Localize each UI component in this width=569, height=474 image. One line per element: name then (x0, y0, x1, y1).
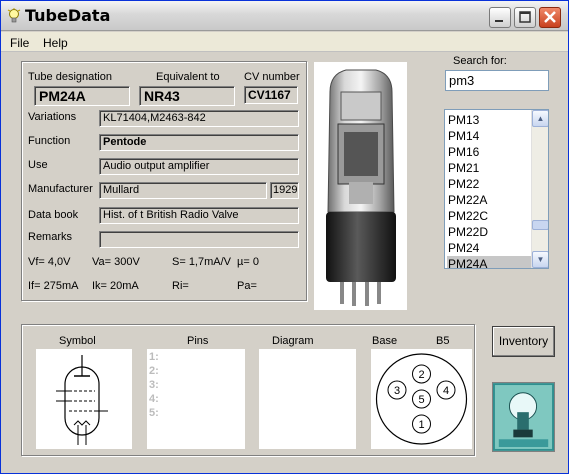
tube-list-item[interactable]: PM21 (447, 160, 531, 176)
search-label: Search for: (453, 55, 507, 67)
diagram-panel (259, 349, 356, 449)
variations-field[interactable]: KL71404,M2463-842 (99, 110, 299, 127)
pins-panel: 1: 2: 3: 4: 5: (147, 349, 245, 449)
close-icon (544, 11, 556, 23)
mu-value: µ= 0 (237, 256, 259, 268)
pin-number: 5: (149, 407, 159, 419)
tube-list[interactable]: PM13 PM14 PM16 PM21 PM22 PM22A PM22C PM22D PM24 P… (444, 109, 549, 269)
tube-list-item[interactable]: PM22D (447, 224, 531, 240)
scroll-down-arrow-icon[interactable]: ▼ (532, 251, 548, 268)
equivalent-label: Equivalent to (156, 71, 220, 83)
base-pin-label: 2 (418, 369, 424, 381)
inventory-button[interactable]: Inventory (492, 326, 555, 357)
close-button[interactable] (539, 7, 561, 28)
pentode-symbol (56, 355, 108, 445)
minimize-icon (495, 20, 503, 22)
remarks-field[interactable] (99, 231, 299, 248)
tube-photo (314, 62, 407, 310)
base-pin-label: 3 (394, 385, 400, 397)
remarks-label: Remarks (28, 231, 73, 243)
maximize-icon (519, 11, 531, 23)
databook-label: Data book (28, 209, 79, 221)
pin-number: 2: (149, 365, 159, 377)
symbol-label: Symbol (59, 335, 96, 347)
search-input[interactable]: pm3 (445, 70, 549, 91)
scroll-thumb[interactable] (532, 220, 548, 230)
pin-number: 4: (149, 393, 159, 405)
menu-file[interactable]: File (10, 36, 29, 50)
tube-list-item[interactable]: PM24A (447, 256, 531, 268)
minimize-button[interactable] (489, 7, 511, 28)
ik-value: Ik= 20mA (92, 280, 139, 292)
main-window: TubeData File Help Tube designation Equi… (0, 0, 569, 474)
title-bar[interactable]: TubeData (1, 1, 568, 31)
pins-label: Pins (187, 335, 209, 347)
tube-list-item[interactable]: PM13 (447, 112, 531, 128)
designation-label: Tube designation (28, 71, 112, 83)
base-pin-label: 4 (443, 385, 449, 397)
maximize-button[interactable] (514, 7, 536, 28)
va-value: Va= 300V (92, 256, 140, 268)
scroll-up-arrow-icon[interactable]: ▲ (532, 110, 548, 127)
tube-list-item[interactable]: PM14 (447, 128, 531, 144)
tube-logo-image (492, 382, 555, 452)
tube-list-item[interactable]: PM24 (447, 240, 531, 256)
symbol-panel (36, 349, 132, 449)
tube-list-item[interactable]: PM22 (447, 176, 531, 192)
variations-label: Variations (28, 111, 77, 123)
if-value: If= 275mA (28, 280, 79, 292)
menu-help[interactable]: Help (43, 36, 68, 50)
lightbulb-icon (7, 8, 21, 23)
cv-label: CV number (244, 71, 300, 83)
designation-field[interactable]: PM24A (34, 86, 130, 106)
equivalent-field[interactable]: NR43 (139, 86, 235, 106)
tube-list-item[interactable]: PM16 (447, 144, 531, 160)
function-label: Function (28, 135, 71, 147)
cv-field[interactable]: CV1167 (244, 86, 298, 104)
use-label: Use (28, 159, 48, 171)
manufacturer-label: Manufacturer (28, 183, 93, 195)
year-field[interactable]: 1929 (270, 182, 299, 199)
tube-list-item[interactable]: PM22C (447, 208, 531, 224)
list-scrollbar[interactable]: ▲ ▼ (531, 110, 548, 268)
base-panel: 1 2 3 4 5 (371, 349, 472, 449)
base-label: Base (372, 335, 398, 347)
pin-number: 3: (149, 379, 159, 391)
base-pin-label: 1 (418, 419, 424, 431)
base-pinout: 1 2 3 4 5 (375, 353, 468, 445)
pa-value: Pa= (237, 280, 257, 292)
ri-value: Ri= (172, 280, 189, 292)
pin-number: 1: (149, 351, 159, 363)
use-field[interactable]: Audio output amplifier (99, 158, 299, 175)
manufacturer-field[interactable]: Mullard (99, 182, 267, 199)
diagram-label: Diagram (272, 335, 314, 347)
vf-value: Vf= 4,0V (28, 256, 71, 268)
function-field[interactable]: Pentode (99, 134, 299, 151)
tube-list-item[interactable]: PM22A (447, 192, 531, 208)
base-pin-label: 5 (418, 394, 424, 406)
window-title: TubeData (25, 6, 111, 25)
menu-bar: File Help (1, 32, 568, 52)
s-value: S= 1,7mA/V (172, 256, 232, 268)
base-type-label: B5 (436, 335, 450, 347)
databook-field[interactable]: Hist. of t British Radio Valve (99, 207, 299, 224)
